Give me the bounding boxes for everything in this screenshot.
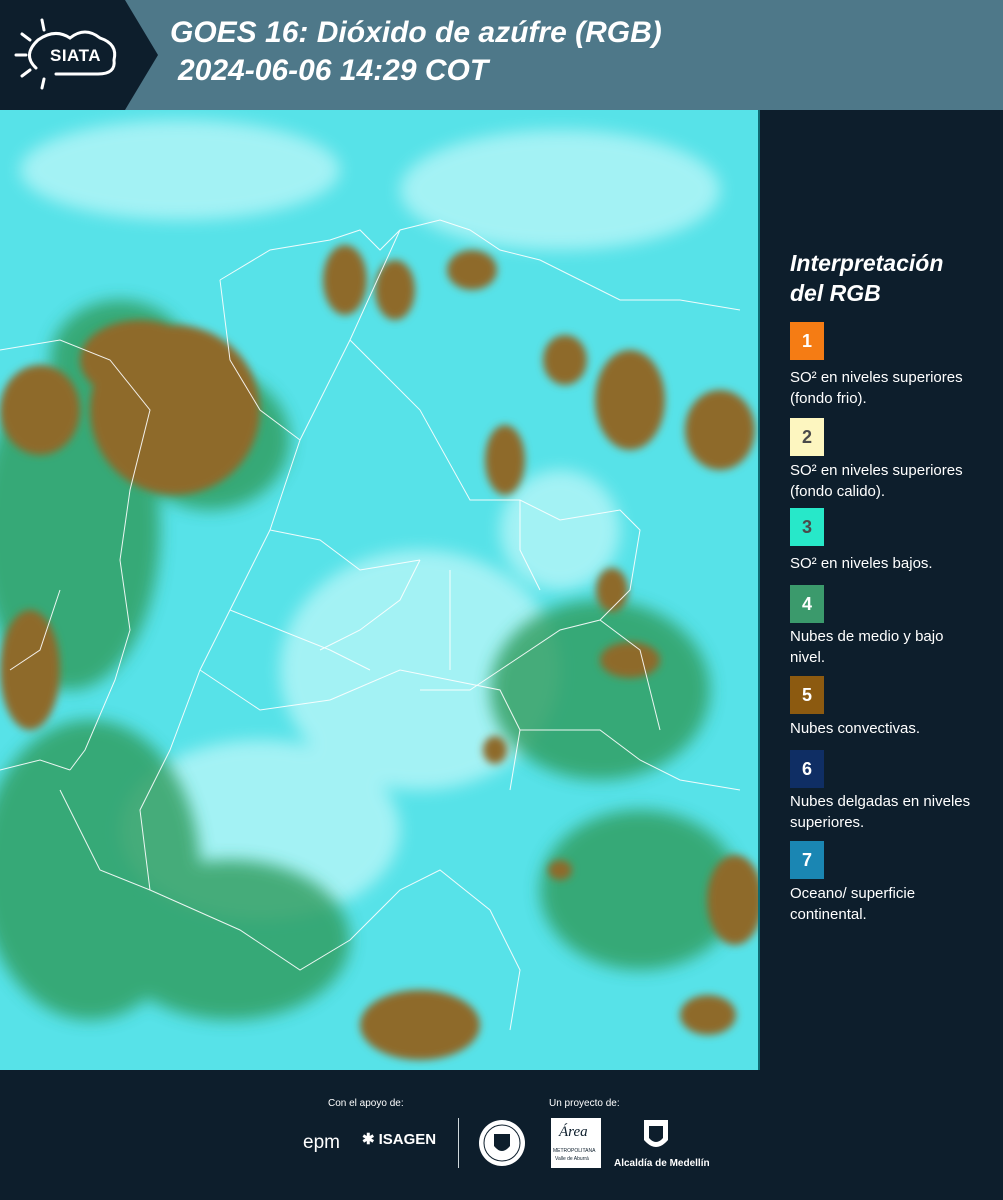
legend-number-3: 3 xyxy=(801,516,812,537)
legend-desc-7: Oceano/ superficie continental. xyxy=(790,885,916,923)
legend-number-4: 4 xyxy=(801,593,812,614)
legend-swatch-6: 6 xyxy=(790,750,824,788)
legend-panel: Interpretación del RGB 1 SO² en niveles … xyxy=(758,110,1003,1070)
legend-number-5: 5 xyxy=(801,684,812,705)
satellite-map xyxy=(0,110,758,1070)
legend-desc-4: Nubes de medio y bajo nivel. xyxy=(790,628,944,666)
project-label: Un proyecto de: xyxy=(549,1098,620,1109)
logo-text: SIATA xyxy=(50,46,101,65)
area-logo-text: Área xyxy=(559,1124,588,1140)
footer: Con el apoyo de: Un proyecto de: epm ✱ IS… xyxy=(0,1070,1003,1200)
legend-desc-3: SO² en niveles bajos. xyxy=(790,555,933,572)
siata-logo: SIATA xyxy=(0,0,158,110)
area-logo-sub: METROPOLITANA xyxy=(553,1148,596,1154)
header-bar: SIATA GOES 16: Dióxido de azúfre (RGB) 2… xyxy=(0,0,1003,110)
legend-title: Interpretación del RGB xyxy=(790,248,990,308)
footer-separator xyxy=(458,1118,459,1168)
alcaldia-text: Alcaldía de Medellín xyxy=(614,1158,710,1169)
legend-desc-1: SO² en niveles superiores (fondo frio). xyxy=(790,369,963,407)
legend-number-6: 6 xyxy=(801,758,812,779)
legend-swatch-5: 5 xyxy=(790,676,824,714)
isagen-mark-icon: ✱ xyxy=(362,1131,375,1148)
legend-number-7: 7 xyxy=(801,849,812,870)
medellin-seal-icon xyxy=(479,1120,525,1166)
alcaldia-shield-icon xyxy=(644,1120,668,1147)
legend-desc-2: SO² en niveles superiores (fondo calido)… xyxy=(790,462,963,500)
legend-title-line-1: Interpretación xyxy=(790,250,944,276)
legend-desc-6: Nubes delgadas en niveles superiores. xyxy=(790,793,971,831)
legend-swatch-3: 3 xyxy=(790,508,824,546)
legend-number-1: 1 xyxy=(801,330,812,351)
legend-swatch-7: 7 xyxy=(790,841,824,879)
legend-swatch-2: 2 xyxy=(790,418,824,456)
page-title: GOES 16: Dióxido de azúfre (RGB) 2024-06… xyxy=(170,14,662,90)
epm-logo: epm xyxy=(303,1132,340,1153)
isagen-text: ISAGEN xyxy=(378,1131,437,1148)
legend-swatch-1: 1 xyxy=(790,322,824,360)
legend-desc-5: Nubes convectivas. xyxy=(790,720,921,737)
legend-swatch-4: 4 xyxy=(790,585,824,623)
area-logo-sub2: Valle de Aburrá xyxy=(555,1156,589,1162)
support-label: Con el apoyo de: xyxy=(328,1098,404,1109)
legend-number-2: 2 xyxy=(801,426,812,447)
title-line-2: 2024-06-06 14:29 COT xyxy=(178,54,489,87)
satellite-image xyxy=(0,110,758,1070)
isagen-logo: ✱ ISAGEN xyxy=(362,1130,436,1148)
area-metropolitana-logo: Área METROPOLITANA Valle de Aburrá xyxy=(551,1118,601,1168)
legend-title-line-2: del RGB xyxy=(790,280,881,306)
title-line-1: GOES 16: Dióxido de azúfre (RGB) xyxy=(170,16,662,49)
